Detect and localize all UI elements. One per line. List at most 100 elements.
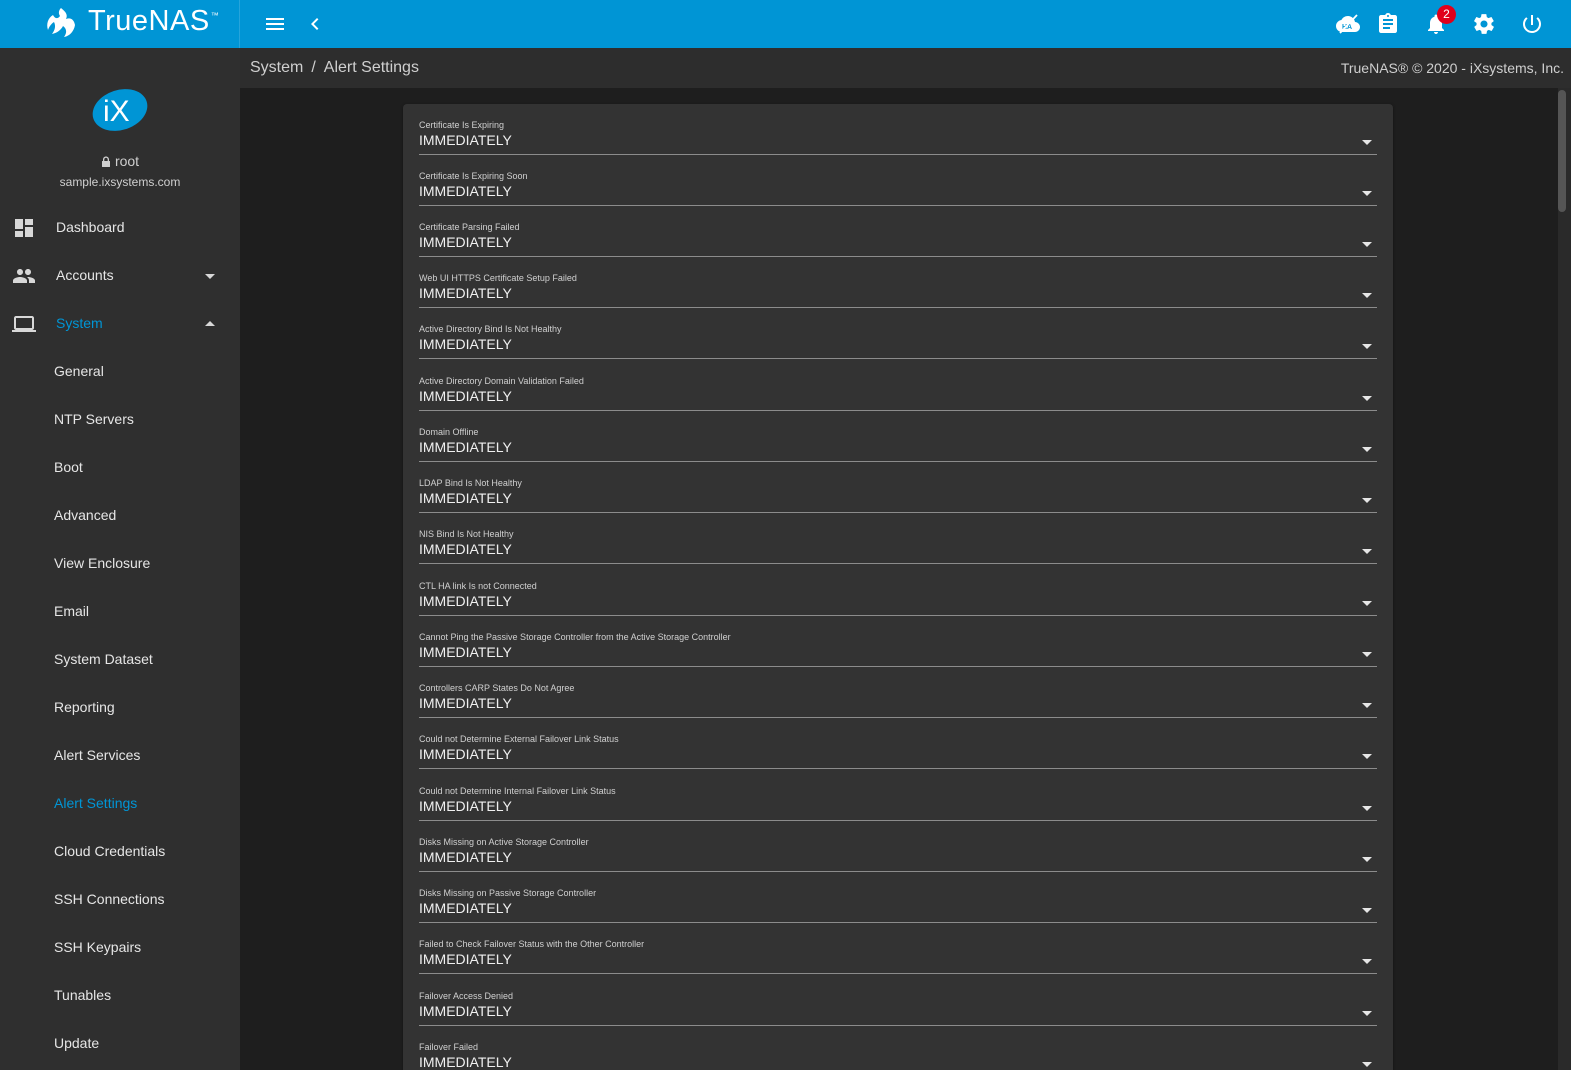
alert-setting-select[interactable]: Domain Offline IMMEDIATELY	[419, 427, 1377, 478]
copyright-text: TrueNAS® © 2020 - iXsystems, Inc.	[1340, 60, 1564, 76]
clipboard-icon[interactable]	[1376, 12, 1400, 36]
sidebar-item-label: NTP Servers	[54, 411, 134, 427]
alert-setting-select[interactable]: Could not Determine External Failover Li…	[419, 734, 1377, 785]
sidebar-item-ssh-connections[interactable]: SSH Connections	[0, 876, 240, 924]
alert-setting-label: Active Directory Bind Is Not Healthy	[419, 324, 562, 334]
dropdown-arrow-icon	[1362, 601, 1372, 606]
alert-setting-label: Web UI HTTPS Certificate Setup Failed	[419, 273, 577, 283]
dropdown-arrow-icon	[1362, 498, 1372, 503]
alert-setting-value: IMMEDIATELY	[419, 1054, 512, 1070]
sidebar-item-ssh-keypairs[interactable]: SSH Keypairs	[0, 924, 240, 972]
dropdown-arrow-icon	[1362, 447, 1372, 452]
nav-accounts[interactable]: Accounts	[0, 252, 240, 300]
chevron-left-icon[interactable]	[303, 12, 327, 36]
alert-setting-select[interactable]: Certificate Is Expiring Soon IMMEDIATELY	[419, 171, 1377, 222]
field-underline	[419, 563, 1377, 564]
sidebar-item-update[interactable]: Update	[0, 1020, 240, 1068]
alert-setting-select[interactable]: Certificate Is Expiring IMMEDIATELY	[419, 120, 1377, 171]
alert-setting-select[interactable]: CTL HA link Is not Connected IMMEDIATELY	[419, 581, 1377, 632]
breadcrumb-parent[interactable]: System	[250, 59, 303, 76]
breadcrumb-separator: /	[311, 59, 316, 76]
dropdown-arrow-icon	[1362, 703, 1372, 708]
sidebar-item-cloud-credentials[interactable]: Cloud Credentials	[0, 828, 240, 876]
breadcrumb: System / Alert Settings	[250, 59, 419, 77]
alert-setting-select[interactable]: Web UI HTTPS Certificate Setup Failed IMM…	[419, 273, 1377, 324]
nav-label: Accounts	[56, 267, 114, 283]
scrollbar-thumb[interactable]	[1558, 90, 1566, 212]
scrollbar-track[interactable]	[1558, 88, 1571, 1070]
ixsystems-logo: iX	[92, 89, 148, 131]
dropdown-arrow-icon	[1362, 293, 1372, 298]
alert-setting-select[interactable]: Failover Access Denied IMMEDIATELY	[419, 991, 1377, 1042]
alert-setting-value: IMMEDIATELY	[419, 336, 512, 352]
sidebar-item-view-enclosure[interactable]: View Enclosure	[0, 540, 240, 588]
alert-setting-value: IMMEDIATELY	[419, 541, 512, 557]
alert-setting-select[interactable]: Disks Missing on Passive Storage Control…	[419, 888, 1377, 939]
sidebar-item-boot[interactable]: Boot	[0, 444, 240, 492]
dropdown-arrow-icon	[1362, 857, 1372, 862]
alert-setting-select[interactable]: Failed to Check Failover Status with the…	[419, 939, 1377, 990]
alert-setting-select[interactable]: Failover Failed IMMEDIATELY	[419, 1042, 1377, 1070]
sidebar-item-system-dataset[interactable]: System Dataset	[0, 636, 240, 684]
brand-name: TrueNAS™	[88, 5, 220, 37]
alert-setting-value: IMMEDIATELY	[419, 593, 512, 609]
alert-setting-value: IMMEDIATELY	[419, 183, 512, 199]
alert-setting-label: Certificate Is Expiring	[419, 120, 505, 130]
alert-setting-select[interactable]: Disks Missing on Active Storage Controll…	[419, 837, 1377, 888]
alert-setting-select[interactable]: Controllers CARP States Do Not Agree IMME…	[419, 683, 1377, 734]
alert-setting-select[interactable]: Could not Determine Internal Failover Li…	[419, 786, 1377, 837]
alerts-count-badge: 2	[1437, 5, 1456, 24]
sidebar-item-label: Alert Services	[54, 747, 141, 763]
alert-setting-select[interactable]: Cannot Ping the Passive Storage Controll…	[419, 632, 1377, 683]
alert-setting-select[interactable]: Active Directory Domain Validation Faile…	[419, 376, 1377, 427]
alert-setting-label: Cannot Ping the Passive Storage Controll…	[419, 632, 731, 642]
gear-icon[interactable]	[1472, 12, 1496, 36]
sidebar-item-label: View Enclosure	[54, 555, 151, 571]
sidebar-item-tunables[interactable]: Tunables	[0, 972, 240, 1020]
field-underline	[419, 820, 1377, 821]
alert-setting-label: Certificate Is Expiring Soon	[419, 171, 528, 181]
alert-setting-value: IMMEDIATELY	[419, 951, 512, 967]
sidebar-item-reporting[interactable]: Reporting	[0, 684, 240, 732]
alert-setting-value: IMMEDIATELY	[419, 695, 512, 711]
sidebar-item-general[interactable]: General	[0, 348, 240, 396]
alert-setting-value: IMMEDIATELY	[419, 490, 512, 506]
alert-setting-label: Could not Determine Internal Failover Li…	[419, 786, 616, 796]
field-underline	[419, 615, 1377, 616]
dropdown-arrow-icon	[1362, 191, 1372, 196]
alert-setting-select[interactable]: Certificate Parsing Failed IMMEDIATELY	[419, 222, 1377, 273]
dropdown-arrow-icon	[1362, 344, 1372, 349]
alert-setting-select[interactable]: NIS Bind Is Not Healthy IMMEDIATELY	[419, 529, 1377, 580]
alert-setting-select[interactable]: LDAP Bind Is Not Healthy IMMEDIATELY	[419, 478, 1377, 529]
nav-dashboard[interactable]: Dashboard	[0, 204, 240, 252]
main-content: Certificate Is Expiring IMMEDIATELY Certif…	[240, 88, 1558, 1070]
alert-setting-value: IMMEDIATELY	[419, 388, 512, 404]
alert-setting-label: Failover Access Denied	[419, 991, 514, 1001]
sidebar-item-label: General	[54, 363, 104, 379]
sidebar-item-advanced[interactable]: Advanced	[0, 492, 240, 540]
sidebar-item-alert-settings[interactable]: Alert Settings	[0, 780, 240, 828]
alert-setting-value: IMMEDIATELY	[419, 900, 512, 916]
field-underline	[419, 922, 1377, 923]
alert-setting-label: Active Directory Domain Validation Faile…	[419, 376, 584, 386]
alert-setting-label: NIS Bind Is Not Healthy	[419, 529, 514, 539]
ha-disabled-icon[interactable]: HA	[1336, 12, 1360, 36]
dropdown-arrow-icon	[1362, 1062, 1372, 1067]
power-icon[interactable]	[1520, 12, 1544, 36]
hamburger-icon[interactable]	[263, 12, 287, 36]
nav-label: Dashboard	[56, 219, 125, 235]
alert-setting-label: Failed to Check Failover Status with the…	[419, 939, 645, 949]
caret-down-icon	[205, 274, 215, 279]
sidebar-item-ntp-servers[interactable]: NTP Servers	[0, 396, 240, 444]
alert-setting-select[interactable]: Active Directory Bind Is Not Healthy IMME…	[419, 324, 1377, 375]
sidebar-item-label: Boot	[54, 459, 83, 475]
sidebar-item-alert-services[interactable]: Alert Services	[0, 732, 240, 780]
breadcrumb-current: Alert Settings	[323, 59, 419, 76]
brand[interactable]: TrueNAS™	[0, 0, 240, 48]
sidebar-item-email[interactable]: Email	[0, 588, 240, 636]
field-underline	[419, 410, 1377, 411]
nav-system[interactable]: System	[0, 300, 240, 348]
dropdown-arrow-icon	[1362, 140, 1372, 145]
alert-setting-label: Could not Determine External Failover Li…	[419, 734, 619, 744]
dropdown-arrow-icon	[1362, 549, 1372, 554]
